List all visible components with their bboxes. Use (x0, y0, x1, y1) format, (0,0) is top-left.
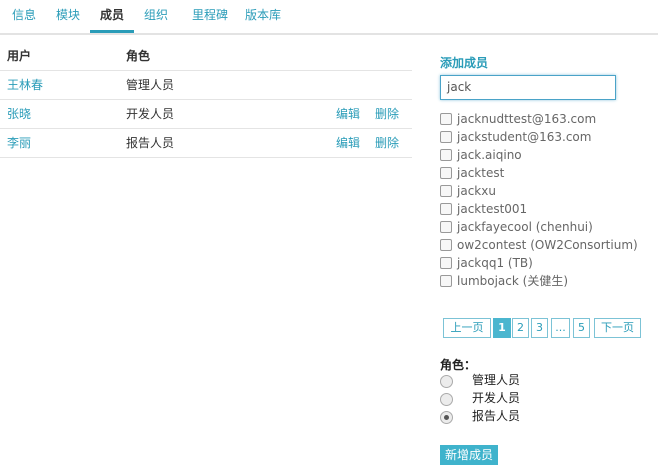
member-name-link[interactable]: 张晓 (7, 100, 31, 128)
member-role: 报告人员 (126, 136, 175, 150)
prev-page-button[interactable]: 上一页 (443, 318, 491, 338)
next-page-button[interactable]: 下一页 (594, 318, 641, 338)
page-2-button[interactable]: 2 (512, 318, 529, 338)
tab-milestones[interactable]: 里程碑 (182, 0, 238, 33)
tab-modules[interactable]: 模块 (48, 0, 88, 33)
candidate-checkbox[interactable] (440, 221, 452, 233)
candidate-label: jacktest (457, 166, 505, 180)
member-name-link[interactable]: 李丽 (7, 129, 31, 157)
table-row: 李丽 报告人员 编辑 删除 (0, 129, 412, 158)
tab-members[interactable]: 成员 (90, 0, 134, 33)
candidate-label: jackstudent@163.com (457, 130, 592, 144)
table-header: 用户 角色 (0, 42, 412, 71)
candidate-checkbox[interactable] (440, 239, 452, 251)
candidate-label: jacktest001 (457, 202, 528, 216)
tab-repository[interactable]: 版本库 (240, 0, 286, 33)
candidate-label: jacknudttest@163.com (457, 112, 597, 126)
candidate-label: jack.aiqino (457, 148, 522, 162)
candidate-checkbox[interactable] (440, 167, 452, 179)
radio-button[interactable] (440, 393, 453, 406)
add-member-button[interactable]: 新增成员 (440, 445, 498, 465)
tab-bar: 信息 模块 成员 组织 里程碑 版本库 (0, 0, 658, 35)
members-table: 用户 角色 王林春 管理人员 张晓 开发人员 编辑 删除 李丽 报告人员 编辑 … (0, 42, 412, 158)
delete-member-link[interactable]: 删除 (375, 100, 399, 128)
page-3-button[interactable]: 3 (531, 318, 548, 338)
candidate-checkbox[interactable] (440, 131, 452, 143)
member-role: 管理人员 (126, 78, 175, 92)
tab-info[interactable]: 信息 (5, 0, 43, 33)
candidate-label: ow2contest (OW2Consortium) (457, 238, 638, 252)
page-5-button[interactable]: 5 (573, 318, 590, 338)
candidate-label: jackxu (457, 184, 496, 198)
radio-button[interactable] (440, 375, 453, 388)
candidate-label: jackfayecool (chenhui) (457, 220, 593, 234)
candidate-checkbox[interactable] (440, 257, 452, 269)
role-option-label: 管理人员 (472, 373, 521, 387)
column-header-user: 用户 (7, 49, 32, 63)
table-row: 王林春 管理人员 (0, 71, 412, 100)
candidate-label: lumbojack (关健生) (457, 274, 569, 288)
edit-member-link[interactable]: 编辑 (336, 129, 360, 157)
candidate-checkbox[interactable] (440, 149, 452, 161)
candidate-checkbox[interactable] (440, 113, 452, 125)
tab-organization[interactable]: 组织 (136, 0, 176, 33)
page-ellipsis: ... (551, 318, 570, 338)
page-1-button[interactable]: 1 (493, 318, 511, 338)
add-member-title: 添加成员 (440, 56, 489, 70)
candidate-checkbox[interactable] (440, 185, 452, 197)
role-option-label: 报告人员 (472, 409, 521, 423)
table-row: 张晓 开发人员 编辑 删除 (0, 100, 412, 129)
delete-member-link[interactable]: 删除 (375, 129, 399, 157)
role-option-label: 开发人员 (472, 391, 521, 405)
edit-member-link[interactable]: 编辑 (336, 100, 360, 128)
radio-button-selected[interactable] (440, 411, 453, 424)
candidate-label: jackqq1 (TB) (457, 256, 533, 270)
role-title: 角色： (440, 358, 477, 372)
column-header-role: 角色 (126, 49, 151, 63)
member-name-link[interactable]: 王林春 (7, 71, 43, 99)
candidate-checkbox[interactable] (440, 203, 452, 215)
candidate-checkbox[interactable] (440, 275, 452, 287)
member-search-input[interactable]: jack (440, 75, 616, 100)
member-role: 开发人员 (126, 107, 175, 121)
